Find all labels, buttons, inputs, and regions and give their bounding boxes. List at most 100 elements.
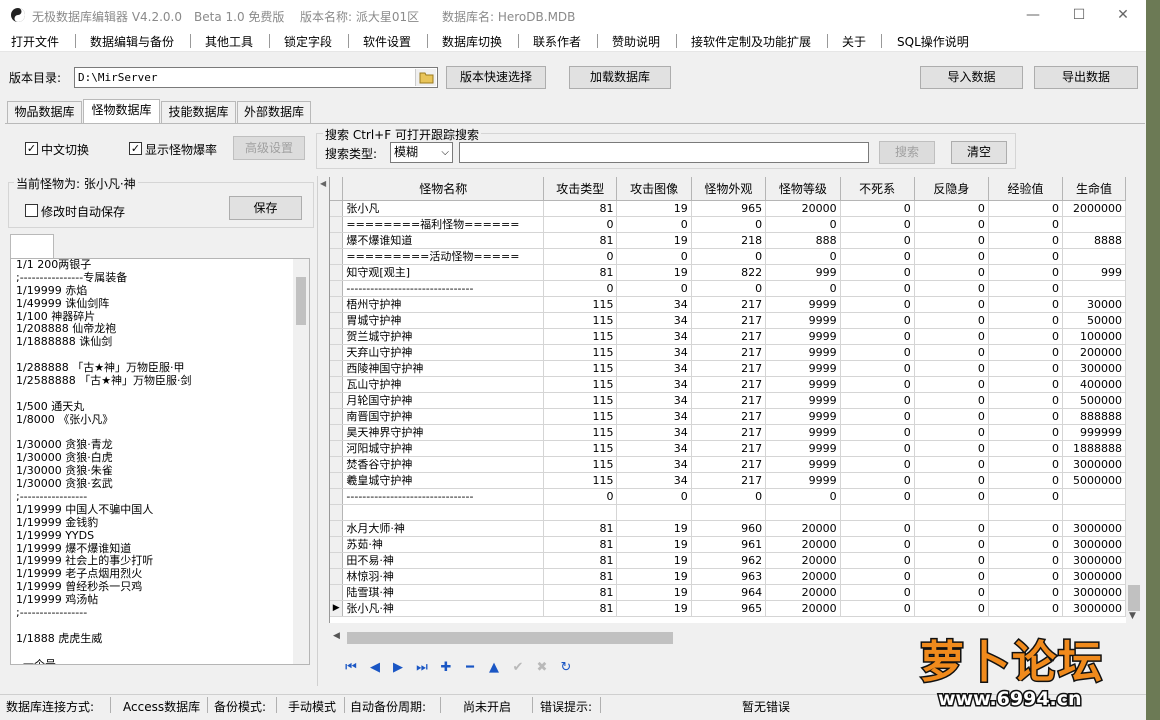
table-cell[interactable]: 999999	[1062, 424, 1126, 441]
table-row[interactable]: 南晋国守护神 115 34 217 9999 0 0 0 888888	[330, 408, 1126, 425]
row-indicator[interactable]: ▶	[330, 600, 344, 617]
table-cell[interactable]: 20000	[765, 584, 841, 601]
table-cell[interactable]: 9999	[765, 296, 841, 313]
table-cell[interactable]: 115	[543, 472, 618, 489]
tab-skills[interactable]: 技能数据库	[161, 101, 236, 123]
table-cell[interactable]: 115	[543, 392, 618, 409]
table-row[interactable]: 知守观[观主] 81 19 822 999 0 0 0 999	[330, 264, 1126, 281]
menu-customization[interactable]: 接软件定制及功能扩展	[691, 33, 811, 50]
table-cell[interactable]: 34	[616, 344, 692, 361]
tab-external[interactable]: 外部数据库	[237, 101, 311, 123]
table-row[interactable]: 水月大师·神 81 19 960 20000 0 0 0 3000000	[330, 520, 1126, 537]
nav-insert-icon[interactable]: ✚	[437, 659, 455, 677]
row-indicator[interactable]	[330, 408, 344, 425]
table-cell[interactable]: 0	[543, 216, 618, 233]
quick-select-button[interactable]: 版本快速选择	[446, 66, 546, 89]
table-cell[interactable]: 0	[988, 360, 1064, 377]
table-cell[interactable]: 115	[543, 456, 618, 473]
table-cell[interactable]: 115	[543, 376, 618, 393]
table-cell[interactable]: 30000	[1062, 296, 1126, 313]
menu-settings[interactable]: 软件设置	[363, 33, 411, 50]
table-cell[interactable]: 0	[914, 296, 989, 313]
table-cell[interactable]: 0	[988, 584, 1064, 601]
table-cell[interactable]: 0	[840, 424, 915, 441]
row-indicator[interactable]	[330, 344, 344, 361]
table-cell[interactable]: 0	[840, 472, 915, 489]
table-cell[interactable]: 知守观[观主]	[342, 264, 545, 281]
row-indicator[interactable]	[330, 328, 344, 345]
table-cell[interactable]: 0	[988, 296, 1064, 313]
row-indicator[interactable]	[330, 360, 344, 377]
table-cell[interactable]: 19	[616, 536, 692, 553]
table-cell[interactable]: 81	[543, 520, 618, 537]
table-cell[interactable]: 0	[988, 488, 1064, 505]
table-cell[interactable]: 500000	[1062, 392, 1126, 409]
table-cell[interactable]: 217	[691, 440, 767, 457]
table-cell[interactable]: 20000	[765, 200, 841, 217]
table-cell[interactable]: 0	[840, 216, 915, 233]
table-cell[interactable]: 115	[543, 328, 618, 345]
table-cell[interactable]: 20000	[765, 520, 841, 537]
table-cell[interactable]: 天弃山守护神	[342, 344, 545, 361]
dir-input[interactable]: D:\MirServer	[74, 67, 438, 88]
table-cell[interactable]: 964	[691, 584, 767, 601]
table-cell[interactable]: 218	[691, 232, 767, 249]
table-cell[interactable]: 0	[914, 584, 989, 601]
table-cell[interactable]: --------------------------------	[342, 488, 545, 505]
table-cell[interactable]: 0	[691, 216, 767, 233]
table-cell[interactable]: 3000000	[1062, 520, 1126, 537]
menu-switch-db[interactable]: 数据库切换	[442, 33, 502, 50]
table-cell[interactable]: 0	[914, 440, 989, 457]
table-cell[interactable]: 0	[988, 312, 1064, 329]
table-cell[interactable]	[1062, 248, 1126, 265]
table-cell[interactable]: 999	[765, 264, 841, 281]
table-cell[interactable]: 0	[988, 280, 1064, 297]
table-cell[interactable]: 西陵神国守护神	[342, 360, 545, 377]
table-cell[interactable]: 0	[988, 440, 1064, 457]
column-header[interactable]: 攻击类型	[543, 177, 618, 201]
table-cell[interactable]: 0	[691, 488, 767, 505]
search-button[interactable]: 搜索	[879, 141, 935, 164]
table-cell[interactable]: 0	[988, 424, 1064, 441]
table-cell[interactable]: 217	[691, 408, 767, 425]
table-cell[interactable]: 田不易·神	[342, 552, 545, 569]
table-cell[interactable]	[616, 504, 692, 521]
table-cell[interactable]: 217	[691, 472, 767, 489]
table-cell[interactable]: 0	[691, 280, 767, 297]
table-cell[interactable]: 217	[691, 344, 767, 361]
table-cell[interactable]: 9999	[765, 472, 841, 489]
table-cell[interactable]: 0	[914, 472, 989, 489]
table-cell[interactable]: 9999	[765, 360, 841, 377]
table-row[interactable]: 焚香谷守护神 115 34 217 9999 0 0 0 3000000	[330, 456, 1126, 473]
row-indicator[interactable]	[330, 424, 344, 441]
table-cell[interactable]: 0	[988, 520, 1064, 537]
table-cell[interactable]: 0	[840, 344, 915, 361]
table-cell[interactable]: 0	[914, 600, 989, 617]
table-cell[interactable]: 爆不爆谁知道	[342, 232, 545, 249]
table-cell[interactable]: 3000000	[1062, 600, 1126, 617]
table-cell[interactable]: 400000	[1062, 376, 1126, 393]
table-cell[interactable]: 888888	[1062, 408, 1126, 425]
table-cell[interactable]: 0	[914, 264, 989, 281]
table-cell[interactable]: 0	[840, 600, 915, 617]
table-cell[interactable]: 0	[914, 552, 989, 569]
import-button[interactable]: 导入数据	[920, 66, 1023, 89]
table-cell[interactable]: 0	[840, 200, 915, 217]
table-row[interactable]: 西陵神国守护神 115 34 217 9999 0 0 0 300000	[330, 360, 1126, 377]
table-cell[interactable]: 217	[691, 328, 767, 345]
table-cell[interactable]: 115	[543, 440, 618, 457]
table-cell[interactable]: 张小凡·神	[342, 600, 545, 617]
table-cell[interactable]: 3000000	[1062, 456, 1126, 473]
nav-delete-icon[interactable]: ━	[461, 659, 479, 677]
table-cell[interactable]: 0	[914, 520, 989, 537]
table-cell[interactable]: 0	[616, 248, 692, 265]
column-header[interactable]: 生命值	[1062, 177, 1126, 201]
table-cell[interactable]: --------------------------------	[342, 280, 545, 297]
table-cell[interactable]: 115	[543, 424, 618, 441]
table-cell[interactable]: 0	[988, 552, 1064, 569]
row-indicator[interactable]	[330, 456, 344, 473]
menu-open-file[interactable]: 打开文件	[11, 33, 59, 50]
table-cell[interactable]: 0	[840, 488, 915, 505]
table-cell[interactable]: 0	[914, 568, 989, 585]
table-cell[interactable]: 9999	[765, 312, 841, 329]
